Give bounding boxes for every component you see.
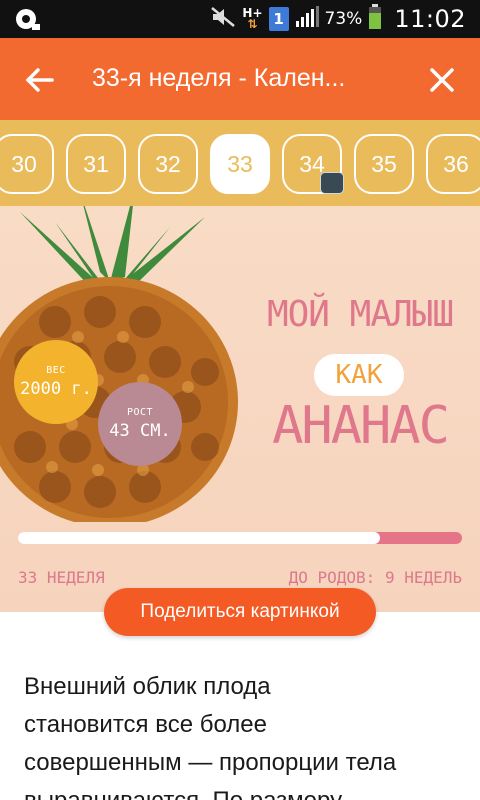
share-image-button[interactable]: Поделиться картинкой bbox=[104, 588, 376, 636]
back-button[interactable] bbox=[18, 58, 62, 102]
height-value: 43 СМ. bbox=[109, 421, 171, 441]
arrow-left-icon bbox=[26, 68, 54, 92]
week-pill-32[interactable]: 32 bbox=[138, 134, 198, 194]
article-line: Внешний облик плода bbox=[24, 673, 271, 700]
headline-kak-badge: КАК bbox=[314, 354, 404, 396]
current-week-label: 33 НЕДЕЛЯ bbox=[18, 568, 105, 587]
status-bar: H+ ⇅ 1 73% 11:02 bbox=[0, 0, 480, 38]
signal-icon bbox=[295, 6, 319, 32]
clock: 11:02 bbox=[394, 5, 466, 33]
weeks-remaining-label: ДО РОДОВ: 9 НЕДЕЛЬ bbox=[288, 568, 462, 587]
week-pill-36[interactable]: 36 bbox=[426, 134, 480, 194]
overlay-badge-icon bbox=[320, 172, 344, 194]
week-pill-33-selected[interactable]: 33 bbox=[210, 134, 270, 194]
week-pill-30[interactable]: 30 bbox=[0, 134, 54, 194]
article-text: Внешний облик плода становится все более… bbox=[24, 668, 464, 800]
sim-icon: 1 bbox=[268, 7, 289, 31]
close-icon bbox=[430, 68, 454, 92]
article-line: выравниваются. По размеру bbox=[24, 782, 464, 800]
height-badge: РОСТ 43 СМ. bbox=[98, 382, 182, 466]
weight-label: ВЕС bbox=[46, 365, 66, 376]
article-line: совершенным — пропорции тела bbox=[24, 749, 397, 776]
network-type-icon: H+ ⇅ bbox=[242, 6, 263, 31]
close-button[interactable] bbox=[420, 58, 464, 102]
week-pill-31[interactable]: 31 bbox=[66, 134, 126, 194]
hero-image: ВЕС 2000 г. РОСТ 43 СМ. МОЙ МАЛЫШ КАК АН… bbox=[0, 206, 480, 612]
weight-badge: ВЕС 2000 г. bbox=[14, 340, 98, 424]
weight-value: 2000 г. bbox=[20, 379, 92, 399]
battery-percent: 73% bbox=[324, 9, 363, 29]
app-notification-icon bbox=[12, 6, 42, 32]
pregnancy-progress-bar bbox=[18, 532, 462, 544]
sim-slot-label: 1 bbox=[273, 10, 284, 28]
progress-fill bbox=[18, 532, 380, 544]
mute-icon bbox=[210, 6, 236, 32]
week-pill-35[interactable]: 35 bbox=[354, 134, 414, 194]
status-icons: H+ ⇅ 1 73% 11:02 bbox=[210, 0, 466, 38]
battery-icon bbox=[368, 4, 382, 34]
week-selector: 30 31 32 33 34 35 36 bbox=[0, 120, 480, 206]
app-bar: 33-я неделя - Кален... bbox=[0, 38, 480, 120]
article-line: становится все более bbox=[24, 711, 267, 738]
height-label: РОСТ bbox=[126, 407, 154, 418]
headline-line-2: АНАНАС bbox=[272, 396, 450, 456]
headline-line-1: МОЙ МАЛЫШ bbox=[266, 294, 454, 335]
page-title: 33-я неделя - Кален... bbox=[92, 64, 346, 92]
